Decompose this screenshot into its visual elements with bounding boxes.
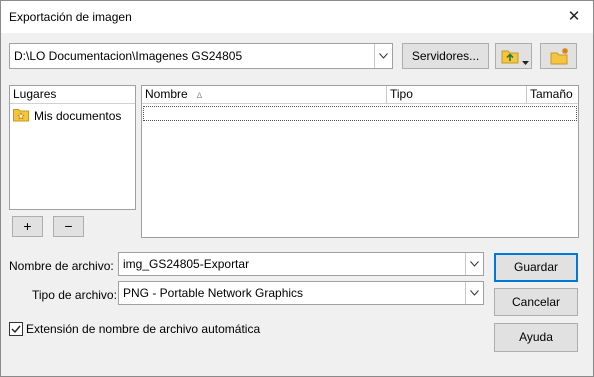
column-name-label: Nombre [145,87,188,101]
filetype-combobox[interactable]: PNG - Portable Network Graphics [118,281,484,305]
filename-label: Nombre de archivo: [9,259,114,273]
remove-place-button[interactable]: − [53,216,84,237]
chevron-down-icon [522,54,529,68]
help-button-label: Ayuda [519,330,553,344]
filetype-value: PNG - Portable Network Graphics [123,286,304,300]
auto-extension-label[interactable]: Extensión de nombre de archivo automátic… [26,322,260,336]
chevron-down-icon[interactable] [465,282,483,304]
path-combobox[interactable]: D:\LO Documentacion\Imagenes GS24805 [9,43,393,69]
minus-icon: − [64,218,73,234]
places-item-label: Mis documentos [34,109,122,123]
places-panel: Lugares Mis documentos [9,85,136,210]
path-value: D:\LO Documentacion\Imagenes GS24805 [14,49,243,63]
filetype-label: Tipo de archivo: [32,288,117,302]
servers-button-label: Servidores... [411,49,480,63]
filename-combobox[interactable]: img_GS24805-Exportar [118,252,484,276]
folder-up-icon [501,48,519,67]
chevron-down-icon[interactable] [465,253,483,275]
files-header: Nombre ∆ Tipo Tamaño [142,86,578,104]
column-header-size[interactable]: Tamaño [527,86,578,103]
close-icon[interactable]: ✕ [561,5,587,29]
dialog-title: Exportación de imagen [9,10,132,24]
save-button[interactable]: Guardar [494,253,578,282]
filename-value: img_GS24805-Exportar [123,257,250,271]
new-folder-button[interactable] [540,43,577,69]
cancel-button-label: Cancelar [511,295,561,309]
column-size-label: Tamaño [530,87,573,101]
column-type-label: Tipo [390,87,413,101]
save-button-label: Guardar [513,260,559,274]
places-item-mis-documentos[interactable]: Mis documentos [12,107,132,125]
export-image-dialog: Exportación de imagen ✕ D:\LO Documentac… [0,0,594,377]
file-list-focus-row[interactable] [143,106,577,121]
new-folder-icon [550,47,570,68]
plus-icon: + [23,218,32,234]
folder-up-button[interactable] [495,43,532,69]
servers-button[interactable]: Servidores... [402,43,489,69]
chevron-down-icon[interactable] [374,44,392,68]
help-button[interactable]: Ayuda [494,323,578,352]
column-header-type[interactable]: Tipo [387,86,527,103]
places-header-label: Lugares [13,87,57,101]
checkmark-icon [11,325,21,334]
folder-star-icon [13,108,29,125]
files-panel: Nombre ∆ Tipo Tamaño [141,85,579,238]
cancel-button[interactable]: Cancelar [494,288,578,316]
column-header-name[interactable]: Nombre ∆ [142,86,387,103]
sort-ascending-icon: ∆ [197,91,202,100]
title-bar: Exportación de imagen ✕ [1,1,593,33]
places-header: Lugares [10,86,135,104]
auto-extension-checkbox[interactable] [9,322,23,336]
add-place-button[interactable]: + [12,216,43,237]
